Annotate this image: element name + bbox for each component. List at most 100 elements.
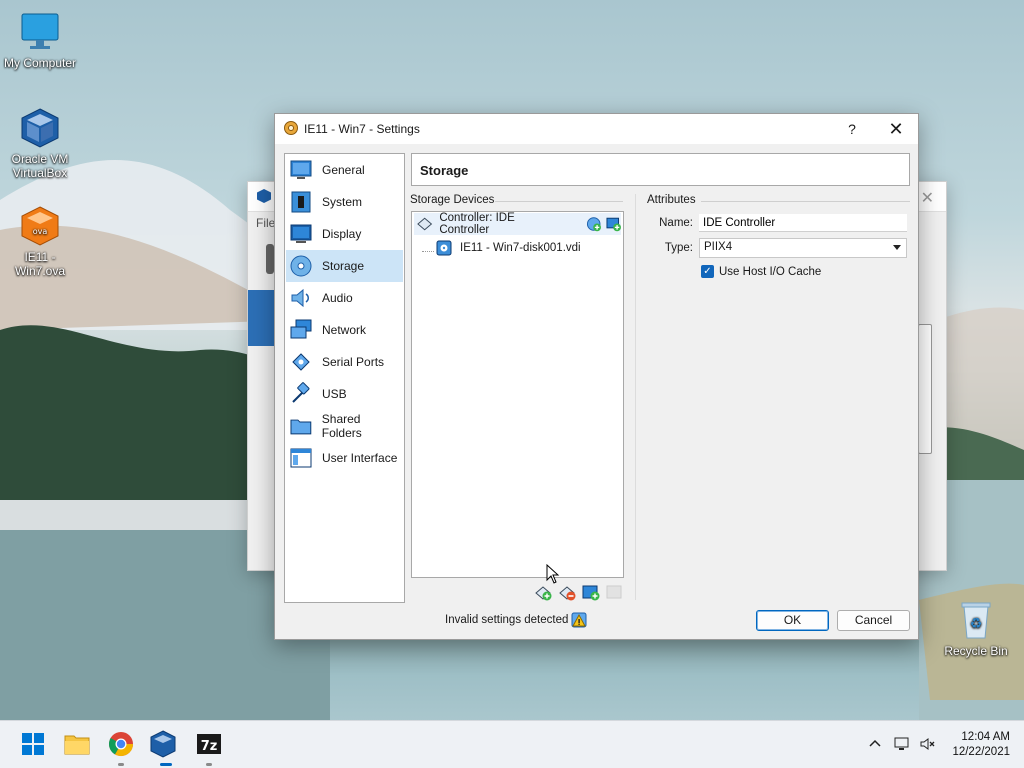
storage-icon [290, 255, 312, 277]
sidebar-item-serial-ports[interactable]: Serial Ports [286, 346, 403, 378]
desktop-icon-label: Recycle Bin [944, 644, 1008, 658]
desktop-icon-virtualbox[interactable]: Oracle VM VirtualBox [0, 106, 80, 180]
type-value: PIIX4 [704, 241, 733, 253]
sidebar-item-audio[interactable]: Audio [286, 282, 403, 314]
help-button[interactable]: ? [837, 118, 867, 140]
cancel-button[interactable]: Cancel [837, 610, 910, 631]
desktop-icon-ova-file[interactable]: ova IE11 - Win7.ova [0, 204, 80, 278]
storage-toolbar [533, 584, 625, 602]
ok-button[interactable]: OK [756, 610, 829, 631]
display-icon [290, 224, 312, 243]
start-windows-icon[interactable] [18, 729, 48, 759]
audio-icon [291, 288, 309, 308]
bg-window-close-icon[interactable]: ✕ [921, 188, 934, 208]
chrome-icon[interactable] [106, 729, 136, 759]
sidebar-item-label: Network [322, 323, 367, 337]
host-cache-checkbox[interactable]: ✓ [701, 265, 714, 278]
attributes-label: Attributes [647, 194, 696, 206]
sidebar-item-general[interactable]: General [286, 154, 403, 186]
desktop-icon-label: My Computer [3, 56, 77, 70]
ide-controller-icon [417, 217, 433, 231]
7zip-running-indicator [206, 763, 212, 766]
sidebar-item-label: Serial Ports [322, 355, 385, 369]
warning-icon[interactable] [571, 612, 587, 628]
type-row: Type: PIIX4 [641, 238, 907, 258]
clock-date: 12/22/2021 [952, 746, 1010, 758]
sidebar-item-label: Audio [322, 291, 353, 305]
sidebar-item-label: Shared Folders [321, 412, 362, 440]
desktop-icon-recycle-bin[interactable]: ♻ Recycle Bin [936, 598, 1016, 658]
network-status-icon[interactable] [893, 735, 911, 753]
tree-item-disk[interactable]: IE11 - Win7-disk001.vdi [414, 237, 621, 259]
sidebar-item-network[interactable]: Network [286, 314, 403, 346]
tree-item-controller[interactable]: Controller: IDE Controller [414, 212, 621, 236]
virtualbox-running-indicator [160, 763, 172, 766]
sidebar-item-label: User Interface [322, 451, 398, 465]
storage-devices-label: Storage Devices [410, 194, 495, 206]
name-row: Name: [641, 214, 907, 232]
usb-icon [292, 382, 310, 403]
settings-category-list[interactable]: General System Display Storage Audio Net… [284, 153, 405, 603]
network-icon [290, 319, 312, 339]
sidebar-item-storage[interactable]: Storage [286, 250, 403, 282]
desktop-icon-label: IE11 - Win7.ova [14, 250, 66, 278]
add-attachment-icon[interactable] [581, 584, 601, 602]
storage-devices-divider [495, 201, 623, 202]
chevron-down-icon [893, 245, 901, 250]
monitor-icon [21, 13, 59, 49]
mouse-cursor-icon [546, 564, 560, 584]
file-explorer-icon[interactable] [62, 729, 92, 759]
settings-gear-icon [284, 121, 298, 135]
volume-muted-icon[interactable] [919, 735, 937, 753]
dialog-title: IE11 - Win7 - Settings [304, 122, 420, 136]
virtualbox-icon [257, 189, 271, 203]
general-icon [290, 160, 312, 179]
clock-time: 12:04 AM [961, 731, 1010, 743]
host-cache-row[interactable]: ✓ Use Host I/O Cache [701, 265, 821, 278]
recycle-bin-icon: ♻ [961, 602, 991, 639]
hard-disk-icon [436, 240, 452, 256]
sidebar-item-shared-folders[interactable]: Shared Folders [286, 410, 403, 442]
svg-text:ova: ova [33, 227, 48, 236]
desktop-icon-my-computer[interactable]: My Computer [0, 10, 80, 70]
controller-label: Controller: IDE Controller [439, 212, 515, 236]
system-clock[interactable]: 12:04 AM 12/22/2021 [952, 730, 1010, 760]
remove-controller-icon[interactable] [557, 584, 577, 602]
7zip-icon[interactable]: 7z [194, 729, 224, 759]
taskbar: 7z 12:04 AM 12/22/2021 [0, 720, 1024, 768]
add-optical-drive-icon[interactable] [586, 216, 602, 232]
serial-ports-icon [292, 353, 310, 371]
bg-window-preview-panel [918, 324, 932, 454]
add-controller-icon[interactable] [533, 584, 553, 602]
sidebar-item-system[interactable]: System [286, 186, 403, 218]
bg-window-tool-icon [266, 244, 274, 274]
sidebar-item-usb[interactable]: USB [286, 378, 403, 410]
close-button[interactable]: ✕ [881, 118, 911, 140]
settings-dialog[interactable]: IE11 - Win7 - Settings ? ✕ General Syste… [274, 113, 919, 640]
remove-attachment-icon[interactable] [605, 584, 625, 602]
dialog-titlebar[interactable]: IE11 - Win7 - Settings ? ✕ [275, 114, 918, 144]
sidebar-item-display[interactable]: Display [286, 218, 403, 250]
type-select[interactable]: PIIX4 [699, 238, 907, 258]
panel-divider [635, 194, 636, 600]
sidebar-item-user-interface[interactable]: User Interface [286, 442, 403, 474]
sidebar-item-label: Storage [322, 259, 365, 273]
virtualbox-taskbar-icon[interactable] [148, 729, 178, 759]
bg-window-selected-vm[interactable] [248, 290, 276, 346]
add-hard-disk-icon[interactable] [606, 216, 621, 232]
type-label: Type: [664, 242, 693, 254]
chevron-up-icon[interactable] [866, 735, 884, 753]
name-label: Name: [659, 217, 693, 229]
system-icon [291, 191, 311, 213]
bg-window-menu-file[interactable]: File [256, 216, 275, 230]
storage-tree[interactable]: Controller: IDE Controller IE11 - Win7-d… [411, 211, 624, 578]
host-cache-label: Use Host I/O Cache [719, 265, 822, 278]
ova-file-icon: ova [21, 206, 59, 246]
virtualbox-icon [21, 108, 59, 148]
status-message: Invalid settings detected [445, 614, 569, 626]
svg-text:7z: 7z [201, 739, 218, 754]
page-title: Storage [411, 153, 910, 186]
svg-text:♻: ♻ [970, 616, 983, 632]
name-field[interactable] [699, 214, 907, 232]
sidebar-item-label: Display [322, 227, 362, 241]
